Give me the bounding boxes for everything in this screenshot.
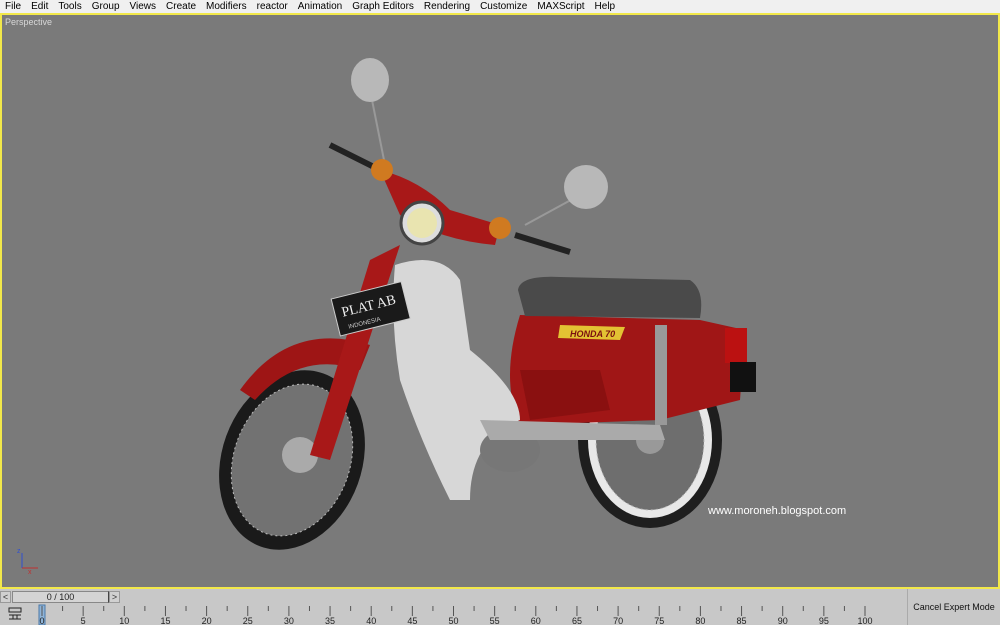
timeline-label: 15 (160, 616, 170, 625)
next-frame-button[interactable]: > (109, 591, 120, 603)
timeline-label: 95 (819, 616, 829, 625)
timeline-label: 70 (613, 616, 623, 625)
timeline-label: 100 (857, 616, 872, 625)
axis-gizmo-icon: z x (17, 548, 38, 576)
svg-text:HONDA 70: HONDA 70 (570, 329, 615, 339)
front-wheel (219, 338, 370, 550)
time-slider-thumb[interactable]: 0 / 100 (12, 591, 109, 603)
timeline-label: 50 (448, 616, 458, 625)
watermark: www.moroneh.blogspot.com (707, 505, 846, 517)
timeline-label: 10 (119, 616, 129, 625)
svg-text:x: x (28, 569, 32, 576)
timeline-label: 85 (737, 616, 747, 625)
timeline-label: 90 (778, 616, 788, 625)
perspective-viewport[interactable]: Perspective HONDA 70 PLAT AB INDONESIA w… (0, 13, 1000, 589)
timeline-track[interactable]: 0 5 10 15 20 25 30 35 40 45 50 55 60 65 70 75 80 85 90 95 10… (0, 604, 907, 625)
prev-frame-button[interactable]: < (0, 591, 11, 603)
svg-text:z: z (17, 548, 21, 555)
right-mirror (564, 165, 608, 209)
timeline-label: 35 (325, 616, 335, 625)
timeline-ruler[interactable]: 0 5 10 15 20 25 30 35 40 45 50 55 60 65 70 75 80 85 90 95 10… (0, 604, 907, 625)
timeline-label: 30 (284, 616, 294, 625)
timeline-label: 5 (81, 616, 86, 625)
timeline-label: 45 (407, 616, 417, 625)
timeline-label: 20 (202, 616, 212, 625)
motorcycle-render: HONDA 70 PLAT AB INDONESIA www.moroneh.b… (17, 58, 846, 576)
timeline-label: 25 (243, 616, 253, 625)
timeline-label: 40 (366, 616, 376, 625)
timeline-label: 80 (695, 616, 705, 625)
seat (518, 276, 702, 318)
timeline-label: 75 (654, 616, 664, 625)
cancel-expert-mode-button[interactable]: Cancel Expert Mode (907, 589, 1000, 625)
timeline-label: 0 (39, 616, 44, 625)
time-slider[interactable]: < 0 / 100 > (0, 589, 907, 604)
timeline-label: 55 (490, 616, 500, 625)
timeline-label: 60 (531, 616, 541, 625)
left-mirror (351, 58, 389, 102)
timeline-label: 65 (572, 616, 582, 625)
